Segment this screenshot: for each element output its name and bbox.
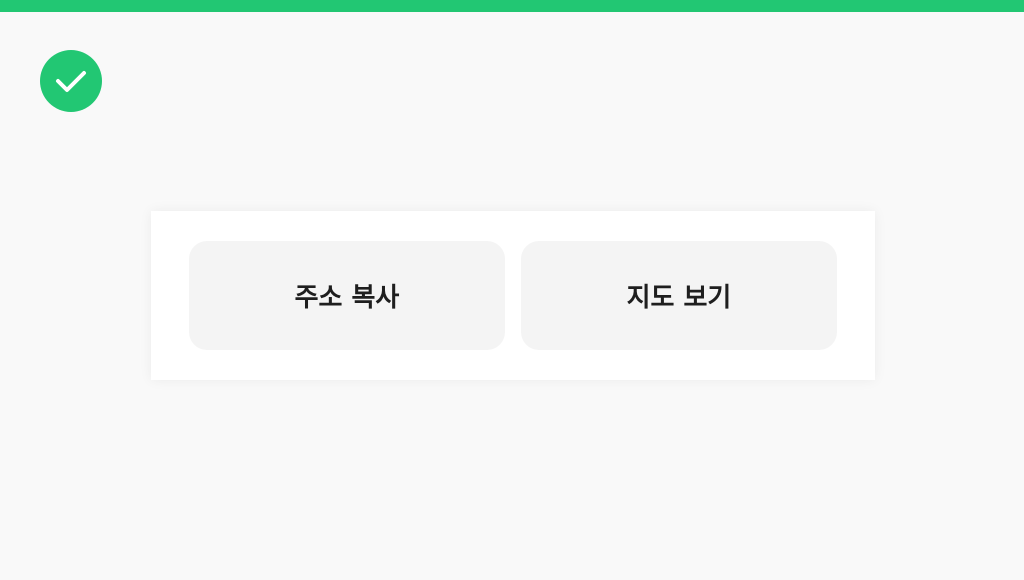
action-card: 주소 복사 지도 보기	[151, 211, 875, 380]
checkmark-icon	[56, 71, 86, 92]
view-map-button[interactable]: 지도 보기	[521, 241, 837, 350]
copy-address-button[interactable]: 주소 복사	[189, 241, 505, 350]
top-accent-bar	[0, 0, 1024, 12]
check-circle-icon	[40, 50, 102, 112]
